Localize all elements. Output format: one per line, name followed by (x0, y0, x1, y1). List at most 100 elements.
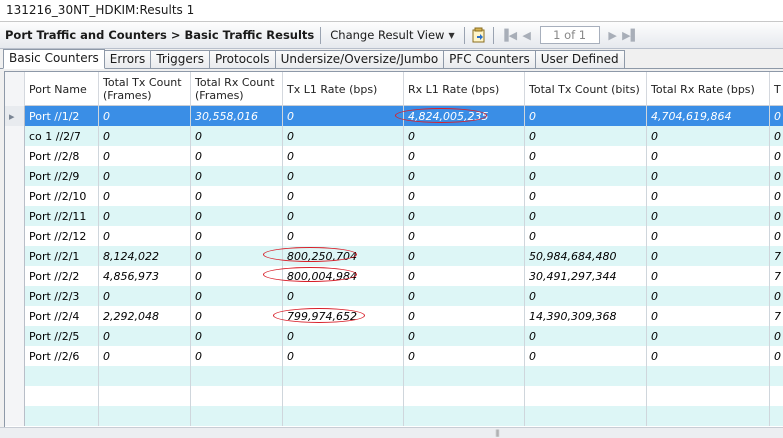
cell-tx-l1-rate (283, 386, 404, 406)
row-selector[interactable] (5, 386, 25, 406)
column-header-total-rx-rate[interactable]: Total Rx Rate (bps) (647, 72, 770, 106)
tab-triggers[interactable]: Triggers (150, 50, 210, 68)
cell-total-rx-rate: 0 (647, 266, 770, 286)
cell-total-tx-bits: 50,984,684,480 (525, 246, 647, 266)
change-result-view-button[interactable]: Change Result View ▼ (327, 28, 457, 42)
tab-pfc-counters[interactable]: PFC Counters (443, 50, 536, 68)
cell-port-name: Port //2/11 (25, 206, 99, 226)
cell-truncated: 0 (770, 226, 783, 246)
cell-truncated (770, 366, 783, 386)
table-row[interactable]: Port //2/11 0 0 0 0 0 0 0 (5, 206, 783, 226)
table-row[interactable]: Port //2/2 4,856,973 0 800,004,984 0 30,491,2… (5, 266, 783, 286)
cell-port-name: Port //2/8 (25, 146, 99, 166)
cell-total-rx-rate: 0 (647, 286, 770, 306)
row-selector[interactable] (5, 226, 25, 246)
export-icon[interactable] (471, 27, 487, 43)
tab-user-defined[interactable]: User Defined (534, 50, 625, 68)
scrollbar-grip-icon[interactable]: ||| (490, 429, 504, 437)
table-row[interactable]: Port //2/5 0 0 0 0 0 0 0 (5, 326, 783, 346)
empty-table-row[interactable] (5, 406, 783, 426)
cell-tx-l1-rate: 799,974,652 (283, 306, 404, 326)
cell-total-tx-frames: 0 (99, 346, 191, 366)
row-selector[interactable] (5, 126, 25, 146)
first-page-icon[interactable]: ▐◀ (500, 29, 518, 42)
row-selector[interactable] (5, 146, 25, 166)
cell-total-tx-frames: 0 (99, 166, 191, 186)
table-row[interactable]: Port //2/12 0 0 0 0 0 0 0 (5, 226, 783, 246)
cell-total-tx-bits: 30,491,297,344 (525, 266, 647, 286)
cell-total-rx-rate: 0 (647, 246, 770, 266)
result-tabs: Basic Counters Errors Triggers Protocols… (0, 49, 783, 69)
row-selector[interactable] (5, 246, 25, 266)
cell-total-tx-frames: 0 (99, 326, 191, 346)
tab-protocols[interactable]: Protocols (208, 50, 276, 68)
row-selector[interactable] (5, 346, 25, 366)
table-row[interactable]: co 1 //2/7 0 0 0 0 0 0 0 (5, 126, 783, 146)
row-selector[interactable] (5, 326, 25, 346)
cell-tx-l1-rate: 0 (283, 166, 404, 186)
cell-total-tx-bits: 0 (525, 346, 647, 366)
cell-total-tx-frames: 0 (99, 146, 191, 166)
cell-port-name: Port //2/5 (25, 326, 99, 346)
row-selector-arrow-icon[interactable]: ▸ (5, 106, 25, 126)
cell-total-rx-rate: 0 (647, 326, 770, 346)
row-selector[interactable] (5, 366, 25, 386)
column-header-total-rx-frames[interactable]: Total Rx Count (Frames) (191, 72, 283, 106)
table-row[interactable]: Port //2/8 0 0 0 0 0 0 0 (5, 146, 783, 166)
previous-page-icon[interactable]: ◀ (518, 29, 536, 42)
cell-total-rx-frames: 0 (191, 146, 283, 166)
cell-port-name: Port //1/2 (25, 106, 99, 126)
table-row[interactable]: ▸ Port //1/2 0 30,558,016 0 4,824,005,235 0 4,7… (5, 106, 783, 126)
tab-basic-counters[interactable]: Basic Counters (3, 49, 105, 69)
table-row[interactable]: Port //2/9 0 0 0 0 0 0 0 (5, 166, 783, 186)
row-selector[interactable] (5, 206, 25, 226)
horizontal-scrollbar[interactable]: ||| (0, 427, 783, 438)
cell-rx-l1-rate: 0 (404, 326, 525, 346)
column-header-rx-l1-rate[interactable]: Rx L1 Rate (bps) (404, 72, 525, 106)
cell-total-rx-frames: 0 (191, 166, 283, 186)
cell-rx-l1-rate: 4,824,005,235 (404, 106, 525, 126)
cell-total-rx-frames: 0 (191, 206, 283, 226)
cell-total-tx-bits: 14,390,309,368 (525, 306, 647, 326)
empty-table-row[interactable] (5, 386, 783, 406)
cell-total-rx-frames: 0 (191, 186, 283, 206)
table-row[interactable]: Port //2/4 2,292,048 0 799,974,652 0 14,390,3… (5, 306, 783, 326)
column-header-total-tx-bits[interactable]: Total Tx Count (bits) (525, 72, 647, 106)
toolbar-divider (320, 26, 322, 44)
cell-total-rx-frames: 0 (191, 286, 283, 306)
cell-truncated: 0 (770, 126, 783, 146)
cell-rx-l1-rate: 0 (404, 166, 525, 186)
cell-truncated: 0 (770, 326, 783, 346)
toolbar-divider (492, 26, 494, 44)
cell-total-tx-frames (99, 406, 191, 426)
row-selector[interactable] (5, 406, 25, 426)
tab-undersize-oversize-jumbo[interactable]: Undersize/Oversize/Jumbo (274, 50, 445, 68)
cell-rx-l1-rate: 0 (404, 346, 525, 366)
cell-total-tx-frames: 2,292,048 (99, 306, 191, 326)
table-row[interactable]: Port //2/10 0 0 0 0 0 0 0 (5, 186, 783, 206)
column-header-port-name[interactable]: Port Name (25, 72, 99, 106)
table-row[interactable]: Port //2/1 8,124,022 0 800,250,704 0 50,984,6… (5, 246, 783, 266)
column-header-total-tx-frames[interactable]: Total Tx Count (Frames) (99, 72, 191, 106)
dropdown-caret-icon: ▼ (448, 30, 455, 40)
cell-port-name: Port //2/3 (25, 286, 99, 306)
row-selector[interactable] (5, 166, 25, 186)
last-page-icon[interactable]: ▶▌ (622, 29, 640, 42)
table-row[interactable]: Port //2/6 0 0 0 0 0 0 0 (5, 346, 783, 366)
tab-errors[interactable]: Errors (103, 50, 152, 68)
empty-table-row[interactable] (5, 366, 783, 386)
row-selector[interactable] (5, 286, 25, 306)
next-page-icon[interactable]: ▶ (604, 29, 622, 42)
column-header-truncated[interactable]: T (770, 72, 783, 106)
row-selector[interactable] (5, 186, 25, 206)
cell-tx-l1-rate: 0 (283, 326, 404, 346)
cell-total-rx-rate (647, 406, 770, 426)
cell-total-rx-frames: 0 (191, 306, 283, 326)
row-selector[interactable] (5, 266, 25, 286)
cell-truncated: 7 (770, 246, 783, 266)
column-header-tx-l1-rate[interactable]: Tx L1 Rate (bps) (283, 72, 404, 106)
row-selector[interactable] (5, 306, 25, 326)
table-row[interactable]: Port //2/3 0 0 0 0 0 0 0 (5, 286, 783, 306)
cell-truncated (770, 406, 783, 426)
cell-rx-l1-rate: 0 (404, 246, 525, 266)
